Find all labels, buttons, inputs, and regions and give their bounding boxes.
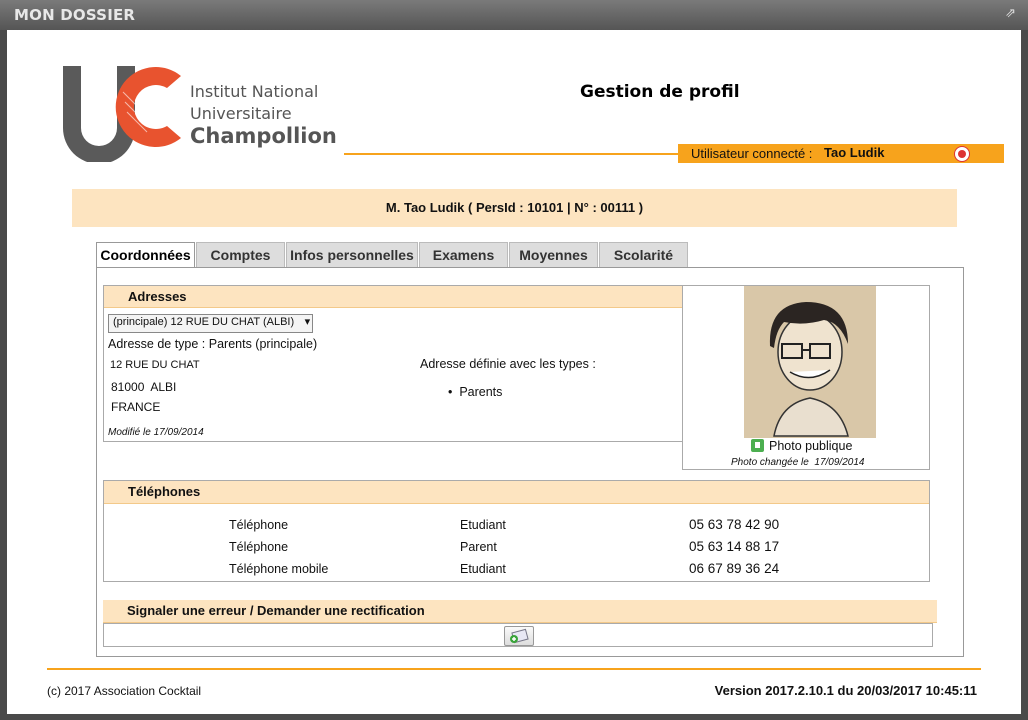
window-content: Institut National Universitaire Champoll… <box>7 30 1021 714</box>
addresses-section: Adresses (principale) 12 RUE DU CHAT (AL… <box>103 285 683 442</box>
phone-number: 05 63 78 42 90 <box>689 517 780 532</box>
expand-icon[interactable]: ⇗ <box>1005 5 1016 21</box>
phones-header: Téléphones <box>104 481 929 504</box>
photo-changed: Photo changée le 17/09/2014 <box>731 457 865 468</box>
phone-owner: Etudiant <box>460 562 506 576</box>
user-label: Utilisateur connecté : <box>691 146 813 161</box>
page-title: Gestion de profil <box>580 82 740 102</box>
window-titlebar: MON DOSSIER ⇗ <box>0 0 1028 30</box>
tab-comptes[interactable]: Comptes <box>196 242 285 267</box>
tab-examens[interactable]: Examens <box>419 242 508 267</box>
logout-icon[interactable] <box>954 146 970 162</box>
phone-number: 05 63 14 88 17 <box>689 539 780 554</box>
footer-version: Version 2017.2.10.1 du 20/03/2017 10:45:… <box>714 683 977 698</box>
address-country: FRANCE <box>111 400 161 414</box>
header-divider <box>344 153 678 155</box>
window-title: MON DOSSIER <box>14 6 136 24</box>
footer-divider <box>47 668 981 670</box>
profile-photo <box>744 286 876 438</box>
report-error-button[interactable] <box>504 626 534 646</box>
report-header: Signaler une erreur / Demander une recti… <box>103 600 937 623</box>
photo-public: Photo publique <box>751 439 852 453</box>
phones-section: Téléphones Téléphone Etudiant 05 63 78 4… <box>103 480 930 582</box>
address-street: 12 RUE DU CHAT <box>110 359 200 371</box>
tab-scolarite[interactable]: Scolarité <box>599 242 688 267</box>
address-type: Adresse de type : Parents (principale) <box>108 337 318 351</box>
user-bar: Utilisateur connecté : Tao Ludik <box>678 144 1004 163</box>
report-section <box>103 623 933 647</box>
identity-banner: M. Tao Ludik ( PersId : 10101 | N° : 001… <box>72 189 957 227</box>
address-type-label: Parents <box>459 385 503 399</box>
public-photo-icon <box>751 439 764 452</box>
address-type-item: • Parents <box>448 385 503 399</box>
phone-number: 06 67 89 36 24 <box>689 561 780 576</box>
institution-line1: Institut National <box>190 82 319 101</box>
institution-name: Institut National Universitaire Champoll… <box>190 81 337 147</box>
mail-icon <box>510 628 529 644</box>
phone-owner: Parent <box>460 540 497 554</box>
footer-copyright: (c) 2017 Association Cocktail <box>47 684 202 698</box>
photo-public-label: Photo publique <box>769 439 853 453</box>
address-modified: Modifié le 17/09/2014 <box>108 427 204 438</box>
tab-coordonnees[interactable]: Coordonnées <box>96 242 195 269</box>
institution-line3: Champollion <box>190 124 337 148</box>
photo-section: Photo publique Photo changée le 17/09/20… <box>682 285 930 470</box>
phone-type: Téléphone <box>229 518 289 532</box>
phone-type: Téléphone mobile <box>229 562 329 576</box>
user-name: Tao Ludik <box>824 145 885 160</box>
phone-type: Téléphone <box>229 540 289 554</box>
tab-panel-coordonnees: Adresses (principale) 12 RUE DU CHAT (AL… <box>96 267 964 657</box>
institution-line2: Universitaire <box>190 104 292 123</box>
address-select[interactable]: (principale) 12 RUE DU CHAT (ALBI) <box>108 314 314 333</box>
tab-moyennes[interactable]: Moyennes <box>509 242 598 267</box>
address-types-title: Adresse définie avec les types : <box>420 357 596 371</box>
tab-infos-personnelles[interactable]: Infos personnelles <box>286 242 418 267</box>
addresses-header: Adresses <box>104 286 682 308</box>
phone-owner: Etudiant <box>460 518 506 532</box>
address-city: 81000 ALBI <box>111 380 177 394</box>
